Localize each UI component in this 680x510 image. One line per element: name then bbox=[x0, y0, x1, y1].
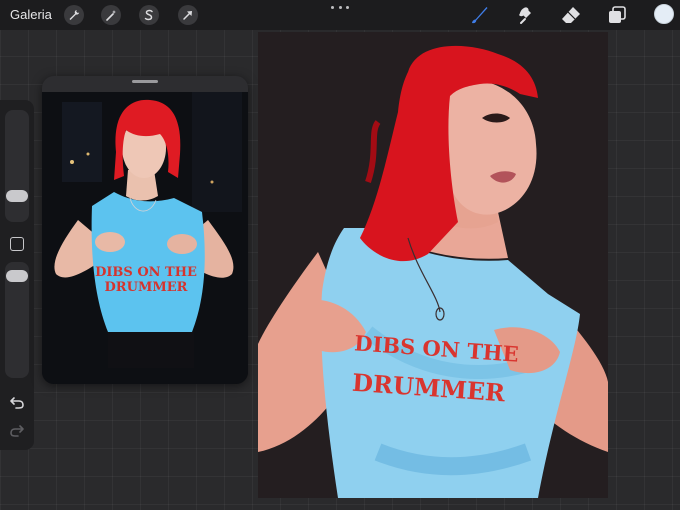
reference-photo: DIBS ON THE DRUMMER bbox=[42, 92, 248, 384]
modify-button[interactable] bbox=[10, 237, 24, 251]
reference-shirt-text-line1: DIBS ON THE bbox=[95, 265, 197, 280]
wrench-icon bbox=[69, 10, 80, 20]
reference-panel[interactable]: DIBS ON THE DRUMMER bbox=[42, 76, 248, 384]
adjustments-button[interactable] bbox=[101, 5, 121, 25]
canvas-artwork: DIBS ON THE DRUMMER bbox=[258, 32, 608, 498]
redo-icon[interactable] bbox=[9, 424, 25, 438]
eraser-icon[interactable] bbox=[560, 4, 582, 26]
brush-icon[interactable] bbox=[468, 4, 490, 26]
reference-drag-handle[interactable] bbox=[132, 80, 158, 83]
layers-icon[interactable] bbox=[606, 4, 628, 26]
more-options-icon[interactable] bbox=[331, 2, 349, 12]
arrow-transform-icon bbox=[183, 11, 192, 20]
magic-wand-icon bbox=[106, 10, 116, 21]
opacity-handle[interactable] bbox=[6, 270, 28, 282]
transform-button[interactable] bbox=[178, 5, 198, 25]
gallery-button[interactable]: Galeria bbox=[10, 7, 52, 22]
reference-photo-art: DIBS ON THE DRUMMER bbox=[42, 92, 248, 384]
reference-shirt-text-line2: DRUMMER bbox=[105, 280, 188, 295]
selection-s-icon bbox=[144, 9, 153, 21]
left-sidebar bbox=[0, 100, 34, 450]
smudge-icon[interactable] bbox=[514, 4, 536, 26]
color-picker-button[interactable] bbox=[654, 4, 674, 24]
brush-size-slider[interactable] bbox=[5, 110, 29, 222]
undo-icon[interactable] bbox=[9, 396, 25, 410]
selection-button[interactable] bbox=[139, 5, 159, 25]
actions-button[interactable] bbox=[64, 5, 84, 25]
top-toolbar: Galeria bbox=[0, 0, 680, 30]
brush-size-handle[interactable] bbox=[6, 190, 28, 202]
drawing-canvas[interactable]: DIBS ON THE DRUMMER bbox=[258, 32, 608, 498]
